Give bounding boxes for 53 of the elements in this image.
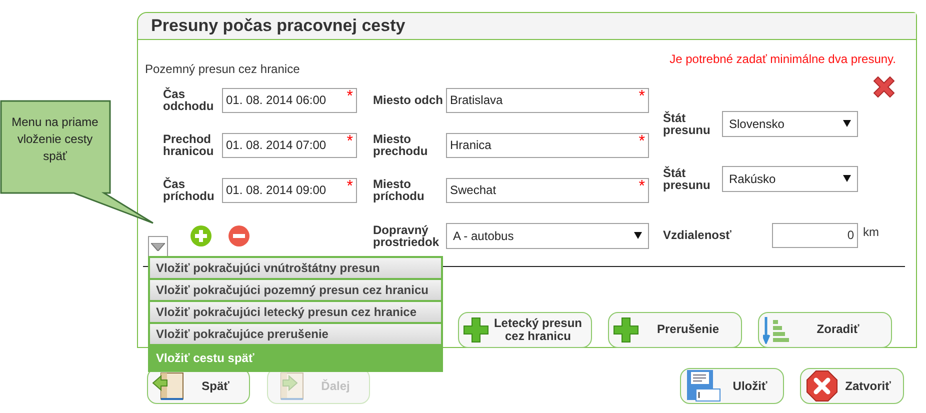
callout-text: Menu na priame vloženie cesty späť [10,114,100,165]
caret-icon [843,175,851,182]
field-label: Prechod hranicou [163,133,215,157]
field-label: Štát presunu [663,112,712,136]
required-mark: * [346,88,353,104]
menu-item[interactable]: Vložiť pokračujúci pozemný presun cez hranicu [150,280,441,300]
menu-item[interactable]: Vložiť pokračujúce prerušenie [150,324,441,344]
field-label: Miesto príchodu [373,178,426,202]
remove-icon[interactable] [228,224,250,246]
action-button[interactable]: Zoradiť [758,312,892,348]
delete-icon[interactable] [872,74,896,98]
sort-icon [763,316,789,344]
section-label: Pozemný presun cez hranice [145,60,300,78]
dropdown-field[interactable]: A - autobus [446,222,649,248]
dropdown-field[interactable]: Slovensko [722,110,858,136]
field-label: Štát presunu [663,166,712,190]
panel-title: Presuny počas pracovnej cesty [151,15,406,37]
text-field[interactable]: Swechat * [446,178,649,202]
text-field[interactable]: 01. 08. 2014 06:00 * [222,88,357,112]
plus-icon [613,316,639,342]
distance-field[interactable]: 0 [772,222,858,248]
plus-icon [463,316,489,342]
text-field[interactable]: Bratislava * [446,88,649,112]
menu-toggle-button[interactable] [148,236,168,257]
footer-button[interactable]: Uložiť [680,368,784,404]
close-icon [806,370,838,402]
text-field[interactable]: 01. 08. 2014 09:00 * [222,178,357,202]
required-mark: * [638,134,645,150]
text-field[interactable]: Hranica * [446,132,649,158]
action-button[interactable]: Letecký presun cez hranicu [458,312,592,348]
field-label: Miesto prechodu [373,133,429,157]
book-back-icon [152,371,186,401]
caret-icon [634,232,642,239]
dropdown-field[interactable]: Rakúsko [722,166,858,192]
required-mark: * [638,178,645,194]
field-label: Vzdialenosť [663,229,732,241]
required-mark: * [638,88,645,104]
footer-button[interactable]: Zatvoriť [800,368,904,404]
action-button[interactable]: Prerušenie [608,312,742,348]
field-label: Miesto odch [373,94,444,106]
error-message: Je potrebné zadať minimálne dva presuny. [670,50,896,68]
required-mark: * [346,178,353,194]
caret-icon [843,120,851,127]
field-label: Čas príchodu [163,178,216,202]
menu-item[interactable]: Vložiť pokračujúci vnútroštátny presun [150,258,441,278]
required-mark: * [346,134,353,150]
unit-label: km [863,224,879,241]
triangle-down-icon [151,242,165,250]
menu-item[interactable]: Vložiť pokračujúci letecký presun cez hranice [150,302,441,322]
field-label: Čas odchodu [163,88,215,112]
field-label: Dopravný prostriedok [373,224,440,248]
text-field[interactable]: 01. 08. 2014 07:00 * [222,132,357,158]
floppy-disk-icon [686,369,722,403]
